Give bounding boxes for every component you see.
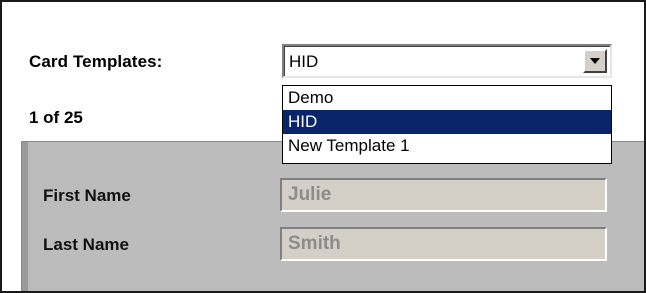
card-templates-label: Card Templates: (29, 52, 163, 71)
first-name-label: First Name (43, 186, 131, 205)
first-name-field[interactable]: Julie (280, 178, 607, 212)
last-name-label: Last Name (43, 235, 129, 254)
last-name-field[interactable]: Smith (280, 227, 607, 261)
card-templates-window: Card Templates: HID 1 of 25 First Name J… (0, 0, 646, 293)
dropdown-option-new-template-1[interactable]: New Template 1 (283, 134, 611, 158)
dropdown-option-demo[interactable]: Demo (283, 86, 611, 110)
card-templates-selected-value: HID (289, 52, 319, 71)
card-templates-dropdown-list: Demo HID New Template 1 (282, 85, 612, 164)
dropdown-arrow-button[interactable] (583, 49, 607, 73)
record-position: 1 of 25 (29, 108, 83, 127)
chevron-down-icon (590, 58, 600, 64)
dropdown-option-hid[interactable]: HID (283, 110, 611, 134)
card-templates-select[interactable]: HID (282, 44, 612, 78)
